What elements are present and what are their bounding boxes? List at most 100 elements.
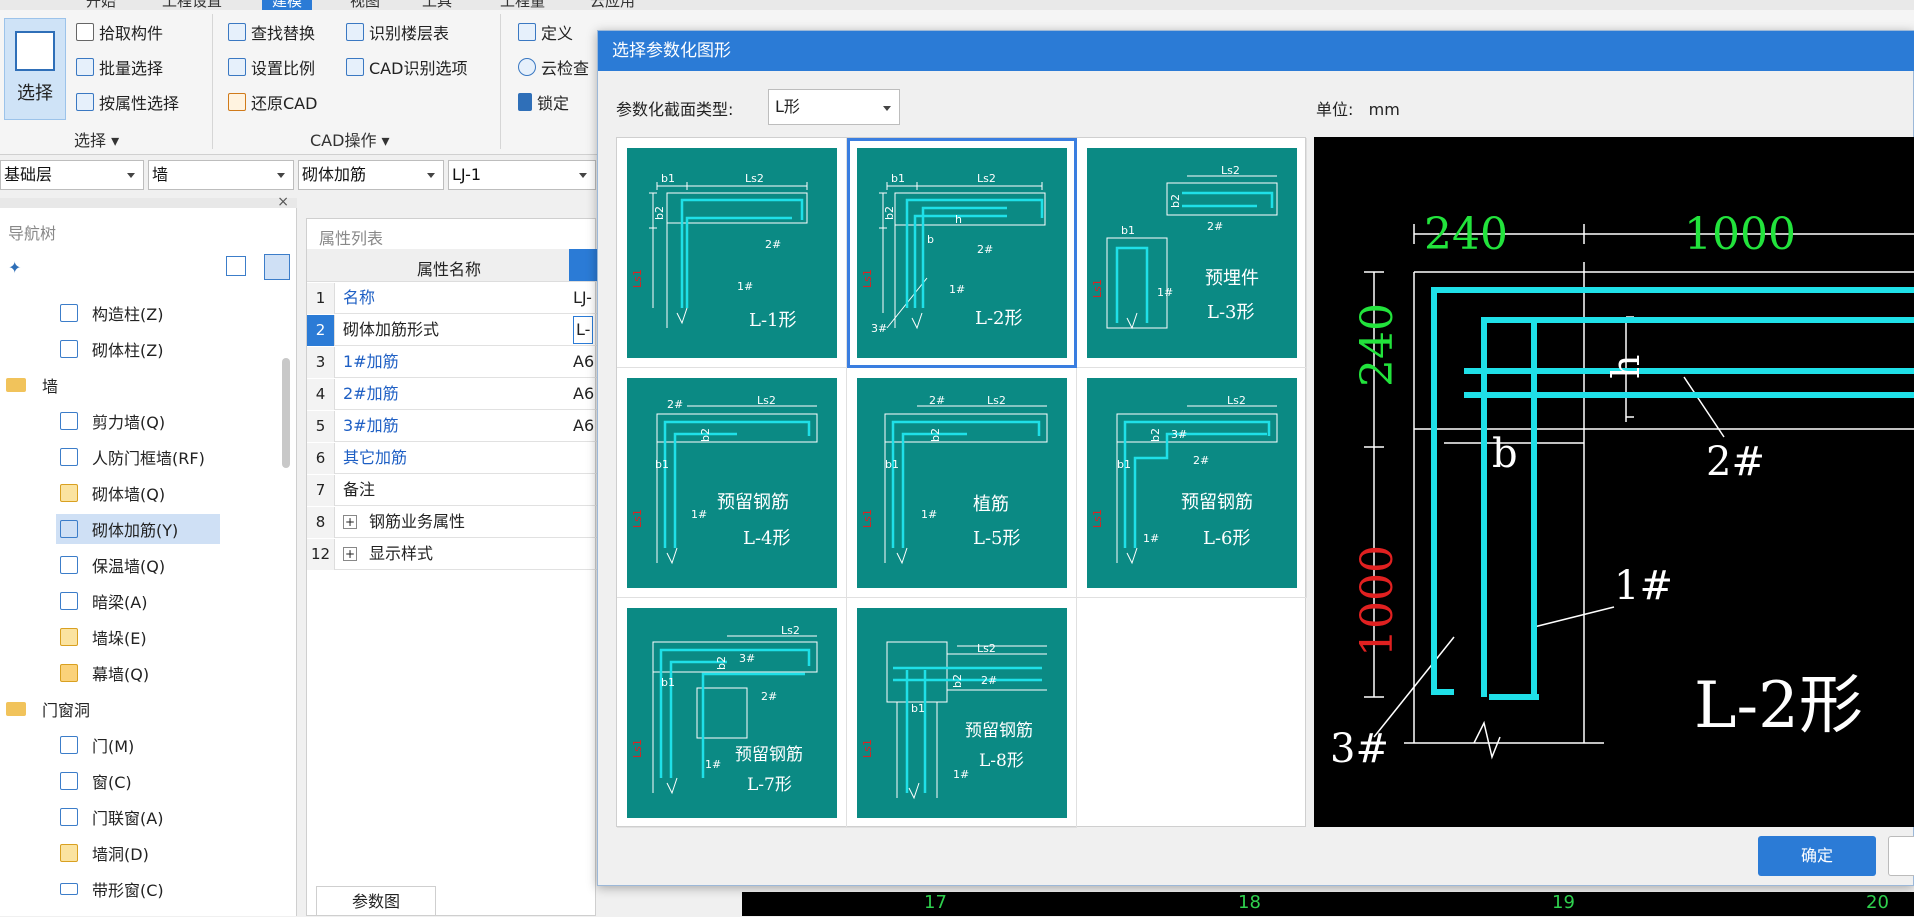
pilaster-icon (60, 628, 78, 646)
nav-item-label: 剪力墙(Q) (92, 413, 166, 432)
property-row[interactable]: 8 + 钢筋业务属性 (307, 507, 597, 538)
nav-item-shear-wall[interactable]: 剪力墙(Q) (60, 406, 165, 436)
nav-item-wall-opening[interactable]: 墙洞(D) (60, 838, 149, 868)
l2-drawing: Ls1 b2 b1 Ls2 b h 2# 1# 3# (861, 172, 1046, 335)
property-row[interactable]: 12 + 显示样式 (307, 539, 597, 570)
nav-item-pilaster[interactable]: 墙垛(E) (60, 622, 147, 652)
select-big-button[interactable]: 选择 (4, 18, 66, 120)
cloud-check-button[interactable]: 云检查 (518, 55, 589, 79)
nav-item-strip-window[interactable]: 带形窗(C) (60, 874, 164, 904)
cancel-button[interactable] (1888, 836, 1914, 876)
property-row[interactable]: 6 其它加筋 (307, 443, 597, 474)
nav-item-door-window[interactable]: 门联窗(A) (60, 802, 163, 832)
property-row[interactable]: 1 名称 LJ- (307, 283, 597, 314)
rebar-2-label: 2# (761, 690, 777, 703)
group-select-title[interactable]: 选择 ▾ (74, 127, 119, 151)
nav-item-masonry-wall[interactable]: 砌体墙(Q) (60, 478, 165, 508)
tab-start[interactable]: 开始 (86, 0, 116, 10)
set-scale-button[interactable]: 设置比例 (228, 55, 315, 79)
nav-group-door-window[interactable]: 门窗洞 (6, 694, 90, 724)
shape-option-l3[interactable]: Ls1 b2 b1 Ls2 2# 1# 预埋件 L-3形 (1077, 138, 1307, 368)
tab-project-settings[interactable]: 工程设置 (162, 0, 222, 10)
cad-options-button[interactable]: CAD识别选项 (346, 55, 467, 79)
category-select[interactable]: 墙 (148, 160, 294, 190)
section-type-select[interactable]: L形 (768, 89, 900, 125)
l4-drawing: Ls1 2# b1 Ls2 b2 1# (631, 394, 818, 565)
nav-item-door[interactable]: 门(M) (60, 730, 134, 760)
cad-canvas-strip: 17 18 19 20 (742, 892, 1914, 916)
svg-text:Ls1: Ls1 (1091, 509, 1104, 528)
row-number: 3 (307, 347, 335, 378)
type-select[interactable]: 砌体加筋 (298, 160, 444, 190)
preview-drawing: 240 1000 240 1000 h b 2# 1# 3# L-2形 (1330, 209, 1914, 772)
identify-floor-table-button[interactable]: 识别楼层表 (346, 20, 449, 44)
param-diagram-tab[interactable]: 参数图 (316, 886, 436, 916)
rebar-2-label: 2# (977, 243, 993, 256)
nav-item-masonry-rebar[interactable]: 砌体加筋(Y) (56, 514, 220, 544)
shape-option-l2[interactable]: Ls1 b2 b1 Ls2 b h 2# 1# 3# L-2形 (847, 138, 1077, 368)
shape-name: L-7形 (747, 775, 792, 795)
property-value[interactable]: LJ- (573, 283, 592, 313)
b1-dim-label: b1 (661, 676, 675, 689)
b-dim-label: b (927, 233, 934, 246)
wall-opening-icon (60, 844, 78, 862)
pick-component-button[interactable]: 拾取构件 (76, 20, 163, 44)
preview-rebar-3-label: 3# (1330, 726, 1389, 772)
expand-icon[interactable]: + (343, 515, 357, 529)
property-value-input[interactable]: L- (573, 316, 594, 344)
nav-item-insulation-wall[interactable]: 保温墙(Q) (60, 550, 165, 580)
restore-cad-button[interactable]: 还原CAD (228, 90, 317, 114)
property-value[interactable]: A6 (573, 411, 594, 441)
property-value[interactable]: A6 (573, 347, 594, 377)
property-row[interactable]: 3 1#加筋 A6 (307, 347, 597, 378)
nav-item-civil-defense-wall[interactable]: 人防门框墙(RF) (60, 442, 205, 472)
define-button[interactable]: 定义 (518, 20, 573, 44)
strip-window-icon (60, 883, 78, 895)
list-view-icon[interactable] (226, 256, 246, 276)
tab-cloud[interactable]: 云应用 (590, 0, 635, 10)
select-by-attr-button[interactable]: 按属性选择 (76, 90, 179, 114)
grid-view-icon[interactable] (264, 254, 290, 280)
close-icon[interactable]: × (277, 194, 289, 210)
lock-button[interactable]: 锁定 (518, 90, 569, 114)
nav-item-window[interactable]: 窗(C) (60, 766, 132, 796)
tab-view[interactable]: 视图 (350, 0, 380, 10)
property-value[interactable]: A6 (573, 379, 594, 409)
shape-option-l4[interactable]: Ls1 2# b1 Ls2 b2 1# 预留钢筋 L-4形 (617, 368, 847, 598)
tab-quantity[interactable]: 工程量 (500, 0, 545, 10)
property-row[interactable]: 7 备注 (307, 475, 597, 506)
property-row[interactable]: 2 砌体加筋形式 L- (307, 315, 597, 346)
nav-item-constructional-column[interactable]: 构造柱(Z) (60, 298, 163, 328)
nav-group-wall[interactable]: 墙 (6, 370, 58, 400)
nav-item-label: 窗(C) (92, 773, 132, 792)
instance-select[interactable]: LJ-1 (448, 160, 596, 190)
shape-option-l8[interactable]: Ls1 b1 Ls2 b2 2# 1# 预留钢筋 L-8形 (847, 598, 1077, 828)
floor-select[interactable]: 基础层 (0, 160, 144, 190)
pin-icon[interactable]: ✦ (8, 258, 21, 277)
property-row[interactable]: 5 3#加筋 A6 (307, 411, 597, 442)
property-row[interactable]: 4 2#加筋 A6 (307, 379, 597, 410)
svg-text:Ls1: Ls1 (631, 509, 644, 528)
batch-select-button[interactable]: 批量选择 (76, 55, 163, 79)
b1-dim-label: b1 (911, 702, 925, 715)
nav-item-hidden-beam[interactable]: 暗梁(A) (60, 586, 147, 616)
find-replace-button[interactable]: 查找替换 (228, 20, 315, 44)
nav-item-curtain-wall[interactable]: 幕墙(Q) (60, 658, 149, 688)
rebar-3-label: 3# (871, 322, 887, 335)
shape-option-l1[interactable]: Ls1 b2 b1 Ls2 2# 1# L-1形 (617, 138, 847, 368)
shape-option-l5[interactable]: Ls1 2# b1 Ls2 b2 1# 植筋 L-5形 (847, 368, 1077, 598)
shape-option-l7[interactable]: Ls1 b1 Ls2 b2 3# 2# 1# 预留钢筋 L-7形 (617, 598, 847, 828)
group-cad-title[interactable]: CAD操作 ▾ (310, 127, 390, 151)
shape-option-l6[interactable]: Ls1 b1 Ls2 b2 3# 2# 1# 预留钢筋 L-6形 (1077, 368, 1307, 598)
tab-tools[interactable]: 工具 (422, 0, 452, 10)
property-value-header (569, 249, 597, 281)
cad-options-icon (346, 58, 364, 76)
rebar-1-label: 1# (691, 508, 707, 521)
nav-scrollbar[interactable] (282, 358, 290, 468)
nav-item-masonry-column[interactable]: 砌体柱(Z) (60, 334, 163, 364)
rebar-1-label: 1# (1143, 532, 1159, 545)
expand-icon[interactable]: + (343, 547, 357, 561)
tab-modeling[interactable]: 建模 (262, 0, 313, 10)
ok-button[interactable]: 确定 (1758, 836, 1876, 876)
find-replace-label: 查找替换 (251, 24, 316, 43)
